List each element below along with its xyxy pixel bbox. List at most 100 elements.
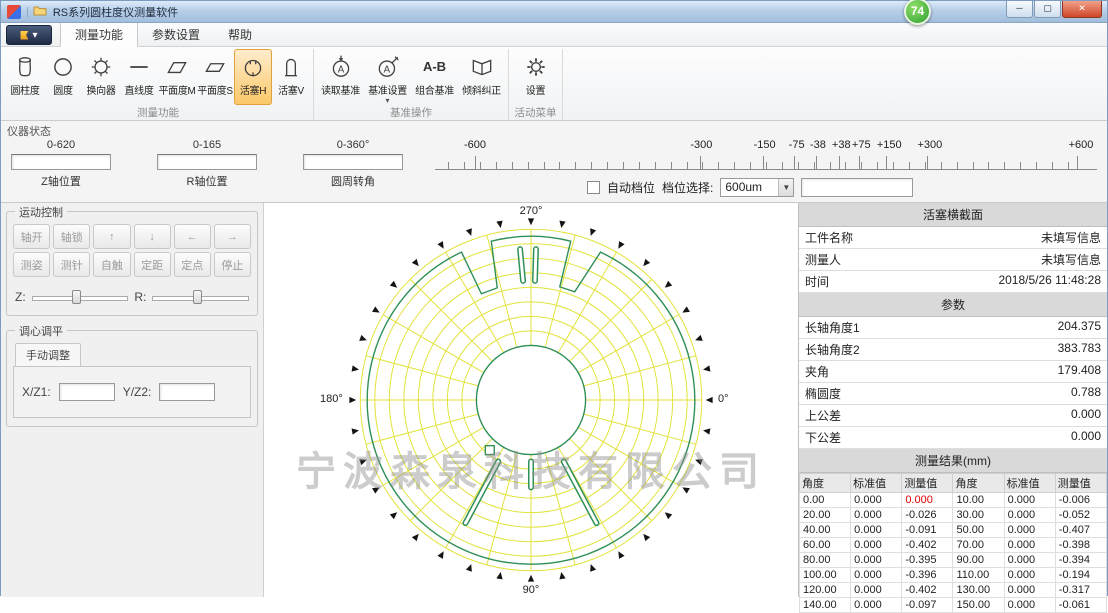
rotation-angle-field: 0-360° 圆周转角 [303,137,403,197]
straightness-button[interactable]: 直线度 [120,49,158,105]
ruler-major-tick [763,156,764,169]
ruler-minor-tick [909,162,910,169]
auto-touch-button[interactable]: 自触 [93,252,130,277]
tab-help[interactable]: 帮助 [214,22,266,46]
flatness-m-button[interactable]: 平面度M [158,49,196,105]
settings-button[interactable]: 设置 [512,49,559,105]
ruler-minor-tick [544,162,545,169]
perimeter-marker [412,259,421,268]
ruler-minor-tick [861,162,862,169]
results-header: 测量值 [902,474,953,493]
info-label: 长轴角度2 [805,341,860,358]
perimeter-marker [588,228,596,237]
stop-button[interactable]: 停止 [214,252,251,277]
read-datum-button[interactable]: A 读取基准 [317,49,364,105]
info-row: 长轴角度2383.783 [799,339,1107,361]
gear-extra-field[interactable] [801,178,913,197]
r-slider[interactable] [152,289,249,305]
flatness-s-button[interactable]: 平面度S [196,49,234,105]
xz1-input[interactable] [59,383,115,401]
ruler-minor-tick [957,162,958,169]
results-row: 40.000.000-0.09150.000.000-0.407 [800,523,1107,538]
info-label: 长轴角度1 [805,319,860,336]
maximize-button[interactable]: ▢ [1034,1,1061,18]
chevron-down-icon: ▾ [32,30,37,41]
ruler-major-tick [816,156,817,169]
results-row: 20.000.000-0.02630.000.000-0.052 [800,508,1107,523]
cylindricity-icon [11,53,39,81]
yz2-input[interactable] [159,383,215,401]
app-menu-button[interactable]: ▾ [6,25,52,45]
ruler-minor-tick [639,162,640,169]
manual-adjust-tab[interactable]: 手动调整 [15,343,81,366]
axis-open-button[interactable]: 轴开 [13,224,50,249]
measure-probe-button[interactable]: 测针 [53,252,90,277]
commutator-button[interactable]: 换向器 [82,49,120,105]
tab-measure-functions[interactable]: 测量功能 [60,21,138,47]
down-arrow-button[interactable]: ↓ [134,224,171,249]
right-arrow-button[interactable]: → [214,224,251,249]
yz2-label: Y/Z2: [123,385,152,399]
ruler-label: +600 [1069,139,1094,151]
combined-datum-button[interactable]: A-B 组合基准 [411,49,458,105]
fixed-distance-button[interactable]: 定距 [134,252,171,277]
results-cell: 90.00 [953,553,1004,568]
fixed-point-button[interactable]: 定点 [174,252,211,277]
section-title-results: 测量结果(mm) [799,449,1107,473]
results-cell: -0.061 [1055,598,1106,613]
ruler-minor-tick [575,162,576,169]
folder-icon[interactable] [33,5,47,19]
results-row: 140.000.000-0.097150.000.000-0.061 [800,598,1107,613]
results-cell: 30.00 [953,508,1004,523]
gear-select-dropdown[interactable]: 600um ▼ [720,178,794,197]
rotation-angle-input[interactable] [303,154,403,170]
tilt-correction-icon [468,53,496,81]
results-header: 角度 [800,474,851,493]
perimeter-marker [352,427,360,434]
results-cell: 0.000 [1004,583,1055,598]
degree-label-180: 180° [320,393,343,405]
titlebar-separator: | [26,6,29,18]
piston-h-button[interactable]: 活塞H [234,49,272,105]
roundness-button[interactable]: 圆度 [44,49,82,105]
z-slider-label: Z: [15,290,26,304]
section-title-cross-section: 活塞横截面 [799,203,1107,227]
chevron-down-icon[interactable]: ▼ [778,179,793,196]
ruler-minor-tick [671,162,672,169]
auto-gear-checkbox[interactable] [587,181,600,194]
settings-gear-icon [522,53,550,81]
results-cell: 0.000 [1004,598,1055,613]
tab-parameter-settings[interactable]: 参数设置 [138,22,214,46]
ruler-minor-tick [941,162,942,169]
r-axis-position-input[interactable] [157,154,257,170]
z-axis-position-input[interactable] [11,154,111,170]
left-arrow-button[interactable]: ← [174,224,211,249]
piston-v-button[interactable]: 活塞V [272,49,310,105]
ruler-minor-tick [464,162,465,169]
datum-settings-button[interactable]: A 基准设置 ▾ [364,49,411,105]
up-arrow-button[interactable]: ↑ [93,224,130,249]
measure-posture-button[interactable]: 测姿 [13,252,50,277]
cylindricity-button[interactable]: 圆柱度 [6,49,44,105]
results-cell: -0.006 [1055,493,1106,508]
perimeter-marker [588,563,596,572]
ruler-minor-tick [512,162,513,169]
r-slider-thumb[interactable] [193,290,202,304]
ribbon-button-label: 平面度M [158,82,195,97]
tilt-correction-button[interactable]: 倾斜纠正 [458,49,505,105]
ruler-major-tick [859,156,860,169]
perimeter-marker [681,306,690,315]
z-slider[interactable] [32,289,129,305]
axis-lock-button[interactable]: 轴锁 [53,224,90,249]
ruler-minor-tick [655,162,656,169]
results-tbody: 0.000.0000.00010.000.000-0.00620.000.000… [800,493,1107,613]
minimize-button[interactable]: ─ [1006,1,1033,18]
close-button[interactable]: ✕ [1062,1,1102,18]
info-row: 椭圆度0.788 [799,383,1107,405]
ruler-label: -75 [789,139,805,151]
results-cell: -0.097 [902,598,953,613]
results-cell: 60.00 [800,538,851,553]
z-slider-thumb[interactable] [72,290,81,304]
info-row: 上公差0.000 [799,405,1107,427]
ruler: -600-300-150-75-38+38+75+150+300+600 自动档… [435,137,1101,197]
